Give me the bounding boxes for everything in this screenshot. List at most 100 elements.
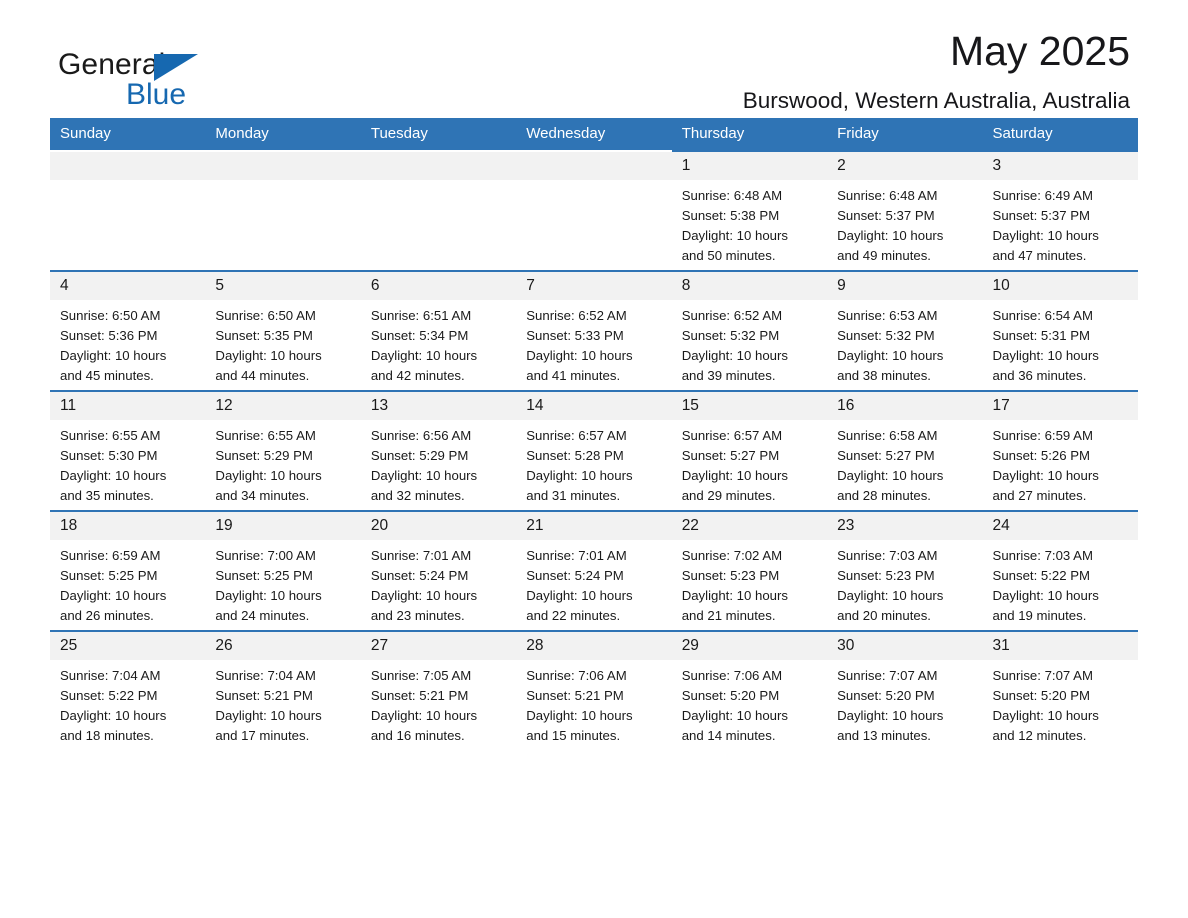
day-cell[interactable]: 24 Sunrise: 7:03 AM Sunset: 5:22 PM Dayl… bbox=[982, 510, 1138, 631]
sunset-text: Sunset: 5:21 PM bbox=[526, 688, 624, 703]
sunrise-text: Sunrise: 6:50 AM bbox=[215, 308, 316, 323]
sunrise-text: Sunrise: 6:59 AM bbox=[992, 428, 1093, 443]
day-cell[interactable]: 26 Sunrise: 7:04 AM Sunset: 5:21 PM Dayl… bbox=[205, 630, 361, 750]
sunrise-text: Sunrise: 6:56 AM bbox=[370, 428, 472, 443]
day-info: Sunrise: 7:03 AM Sunset: 5:22 PM Dayligh… bbox=[983, 540, 1138, 626]
day-info: Sunrise: 7:06 AM Sunset: 5:20 PM Dayligh… bbox=[672, 660, 827, 746]
day-info: Sunrise: 7:05 AM Sunset: 5:21 PM Dayligh… bbox=[361, 660, 516, 746]
day-info: Sunrise: 6:57 AM Sunset: 5:27 PM Dayligh… bbox=[672, 420, 827, 506]
day-cell-empty bbox=[50, 150, 206, 271]
sunset-text: Sunset: 5:38 PM bbox=[681, 208, 780, 223]
daylight-text-line2: and 39 minutes. bbox=[681, 368, 776, 383]
day-cell[interactable]: 14 Sunrise: 6:57 AM Sunset: 5:28 PM Dayl… bbox=[516, 390, 672, 511]
weekday-header-monday: Monday bbox=[205, 118, 361, 151]
day-cell[interactable]: 15 Sunrise: 6:57 AM Sunset: 5:27 PM Dayl… bbox=[671, 390, 828, 511]
sunset-text: Sunset: 5:20 PM bbox=[992, 688, 1091, 703]
day-info: Sunrise: 6:52 AM Sunset: 5:32 PM Dayligh… bbox=[672, 300, 827, 386]
day-cell[interactable]: 18 Sunrise: 6:59 AM Sunset: 5:25 PM Dayl… bbox=[50, 510, 206, 631]
daylight-text-line2: and 41 minutes. bbox=[526, 368, 621, 383]
sunrise-text: Sunrise: 7:01 AM bbox=[370, 548, 472, 563]
day-cell[interactable]: 11 Sunrise: 6:55 AM Sunset: 5:30 PM Dayl… bbox=[50, 390, 206, 511]
daylight-text-line1: Daylight: 10 hours bbox=[681, 348, 788, 363]
daylight-text-line2: and 31 minutes. bbox=[526, 488, 621, 503]
day-cell[interactable]: 7 Sunrise: 6:52 AM Sunset: 5:33 PM Dayli… bbox=[516, 270, 672, 391]
sunset-text: Sunset: 5:23 PM bbox=[681, 568, 780, 583]
day-number: 6 bbox=[360, 272, 517, 300]
day-cell[interactable]: 22 Sunrise: 7:02 AM Sunset: 5:23 PM Dayl… bbox=[671, 510, 828, 631]
day-cell[interactable]: 31 Sunrise: 7:07 AM Sunset: 5:20 PM Dayl… bbox=[982, 630, 1138, 750]
day-number: 29 bbox=[671, 632, 828, 660]
day-cell[interactable]: 6 Sunrise: 6:51 AM Sunset: 5:34 PM Dayli… bbox=[360, 270, 517, 391]
day-cell[interactable]: 16 Sunrise: 6:58 AM Sunset: 5:27 PM Dayl… bbox=[827, 390, 983, 511]
day-info: Sunrise: 6:51 AM Sunset: 5:34 PM Dayligh… bbox=[361, 300, 516, 386]
day-cell[interactable]: 1 Sunrise: 6:48 AM Sunset: 5:38 PM Dayli… bbox=[671, 150, 828, 271]
day-cell[interactable]: 28 Sunrise: 7:06 AM Sunset: 5:21 PM Dayl… bbox=[516, 630, 672, 750]
day-number: 19 bbox=[205, 512, 361, 540]
day-cell[interactable]: 2 Sunrise: 6:48 AM Sunset: 5:37 PM Dayli… bbox=[827, 150, 983, 271]
daylight-text-line2: and 49 minutes. bbox=[837, 248, 931, 263]
sunrise-text: Sunrise: 7:03 AM bbox=[837, 548, 938, 563]
sunset-text: Sunset: 5:30 PM bbox=[60, 448, 158, 463]
day-info: Sunrise: 7:01 AM Sunset: 5:24 PM Dayligh… bbox=[516, 540, 671, 626]
daylight-text-line2: and 22 minutes. bbox=[526, 608, 621, 623]
daylight-text-line2: and 27 minutes. bbox=[992, 488, 1087, 503]
day-info: Sunrise: 6:50 AM Sunset: 5:35 PM Dayligh… bbox=[205, 300, 360, 386]
daylight-text-line1: Daylight: 10 hours bbox=[526, 708, 633, 723]
day-number: 30 bbox=[827, 632, 983, 660]
day-cell[interactable]: 3 Sunrise: 6:49 AM Sunset: 5:37 PM Dayli… bbox=[982, 150, 1138, 271]
daylight-text-line2: and 42 minutes. bbox=[370, 368, 465, 383]
sunrise-text: Sunrise: 7:00 AM bbox=[215, 548, 316, 563]
calendar-week-row: 1 Sunrise: 6:48 AM Sunset: 5:38 PM Dayli… bbox=[50, 150, 1138, 271]
general-blue-logo[interactable]: General Blue bbox=[58, 48, 318, 114]
daylight-text-line2: and 20 minutes. bbox=[837, 608, 931, 623]
day-cell[interactable]: 25 Sunrise: 7:04 AM Sunset: 5:22 PM Dayl… bbox=[50, 630, 206, 750]
sunset-text: Sunset: 5:24 PM bbox=[370, 568, 469, 583]
sunrise-text: Sunrise: 7:03 AM bbox=[992, 548, 1093, 563]
day-info: Sunrise: 6:59 AM Sunset: 5:26 PM Dayligh… bbox=[983, 420, 1138, 506]
day-cell[interactable]: 30 Sunrise: 7:07 AM Sunset: 5:20 PM Dayl… bbox=[827, 630, 983, 750]
weekday-header-sunday: Sunday bbox=[50, 118, 206, 151]
day-cell[interactable]: 17 Sunrise: 6:59 AM Sunset: 5:26 PM Dayl… bbox=[982, 390, 1138, 511]
day-info: Sunrise: 6:56 AM Sunset: 5:29 PM Dayligh… bbox=[361, 420, 516, 506]
daylight-text-line1: Daylight: 10 hours bbox=[837, 588, 944, 603]
day-cell[interactable]: 4 Sunrise: 6:50 AM Sunset: 5:36 PM Dayli… bbox=[50, 270, 206, 391]
day-cell-empty bbox=[205, 150, 361, 271]
daylight-text-line2: and 44 minutes. bbox=[215, 368, 310, 383]
daylight-text-line1: Daylight: 10 hours bbox=[992, 348, 1099, 363]
day-cell[interactable]: 19 Sunrise: 7:00 AM Sunset: 5:25 PM Dayl… bbox=[205, 510, 361, 631]
sunrise-text: Sunrise: 7:06 AM bbox=[526, 668, 627, 683]
daylight-text-line2: and 35 minutes. bbox=[60, 488, 154, 503]
day-cell[interactable]: 8 Sunrise: 6:52 AM Sunset: 5:32 PM Dayli… bbox=[671, 270, 828, 391]
sunset-text: Sunset: 5:20 PM bbox=[837, 688, 935, 703]
day-cell[interactable]: 10 Sunrise: 6:54 AM Sunset: 5:31 PM Dayl… bbox=[982, 270, 1138, 391]
daylight-text-line1: Daylight: 10 hours bbox=[215, 468, 322, 483]
daylight-text-line1: Daylight: 10 hours bbox=[992, 468, 1099, 483]
day-cell[interactable]: 13 Sunrise: 6:56 AM Sunset: 5:29 PM Dayl… bbox=[360, 390, 517, 511]
day-number: 15 bbox=[671, 392, 828, 420]
daylight-text-line2: and 36 minutes. bbox=[992, 368, 1087, 383]
daylight-text-line2: and 19 minutes. bbox=[992, 608, 1087, 623]
daylight-text-line1: Daylight: 10 hours bbox=[837, 228, 944, 243]
day-number: 1 bbox=[671, 152, 828, 180]
day-number: 13 bbox=[360, 392, 517, 420]
day-cell[interactable]: 21 Sunrise: 7:01 AM Sunset: 5:24 PM Dayl… bbox=[516, 510, 672, 631]
day-cell[interactable]: 5 Sunrise: 6:50 AM Sunset: 5:35 PM Dayli… bbox=[205, 270, 361, 391]
day-number: 3 bbox=[982, 152, 1138, 180]
sunset-text: Sunset: 5:20 PM bbox=[681, 688, 780, 703]
day-cell[interactable]: 12 Sunrise: 6:55 AM Sunset: 5:29 PM Dayl… bbox=[205, 390, 361, 511]
sunrise-text: Sunrise: 6:57 AM bbox=[526, 428, 627, 443]
calendar-body: 1 Sunrise: 6:48 AM Sunset: 5:38 PM Dayli… bbox=[50, 150, 1138, 750]
day-number: 2 bbox=[827, 152, 983, 180]
day-number: 5 bbox=[205, 272, 361, 300]
sunset-text: Sunset: 5:33 PM bbox=[526, 328, 624, 343]
day-cell[interactable]: 20 Sunrise: 7:01 AM Sunset: 5:24 PM Dayl… bbox=[360, 510, 517, 631]
day-cell[interactable]: 29 Sunrise: 7:06 AM Sunset: 5:20 PM Dayl… bbox=[671, 630, 828, 750]
title-block: May 2025 Burswood, Western Australia, Au… bbox=[743, 26, 1130, 116]
day-number: 11 bbox=[50, 392, 206, 420]
sunset-text: Sunset: 5:32 PM bbox=[681, 328, 780, 343]
day-cell[interactable]: 27 Sunrise: 7:05 AM Sunset: 5:21 PM Dayl… bbox=[360, 630, 517, 750]
day-cell[interactable]: 23 Sunrise: 7:03 AM Sunset: 5:23 PM Dayl… bbox=[827, 510, 983, 631]
day-cell[interactable]: 9 Sunrise: 6:53 AM Sunset: 5:32 PM Dayli… bbox=[827, 270, 983, 391]
sunset-text: Sunset: 5:23 PM bbox=[837, 568, 935, 583]
sunrise-text: Sunrise: 6:48 AM bbox=[681, 188, 783, 203]
